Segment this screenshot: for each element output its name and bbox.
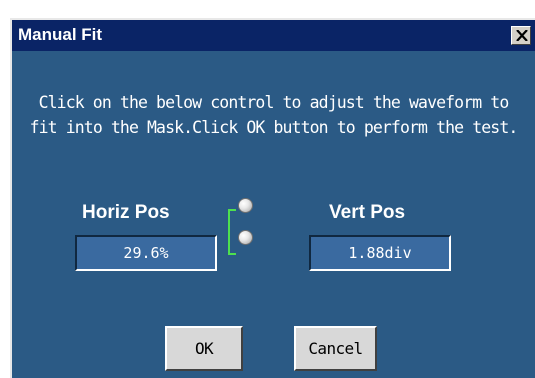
horiz-pos-label: Horiz Pos	[82, 202, 170, 223]
instruction-text: Click on the below control to adjust the…	[12, 90, 535, 140]
window-title: Manual Fit	[18, 25, 103, 44]
ok-button[interactable]: OK	[165, 326, 243, 371]
close-button[interactable]	[511, 26, 531, 45]
vert-pos-value: 1.88div	[309, 235, 451, 271]
title-bar[interactable]: Manual Fit	[12, 20, 535, 51]
vert-knob-selector[interactable]	[238, 230, 253, 245]
vert-pos-label: Vert Pos	[329, 202, 406, 223]
cancel-button[interactable]: Cancel	[294, 326, 377, 371]
instruction-line-2: fit into the Mask.Click OK button to per…	[29, 118, 519, 137]
horiz-knob-selector[interactable]	[238, 198, 253, 213]
horiz-pos-value: 29.6%	[75, 235, 217, 271]
knob-bracket	[228, 209, 236, 255]
close-x-icon	[516, 30, 528, 41]
manual-fit-dialog: Manual Fit Click on the below control to…	[10, 18, 535, 378]
instruction-line-1: Click on the below control to adjust the…	[38, 93, 510, 112]
